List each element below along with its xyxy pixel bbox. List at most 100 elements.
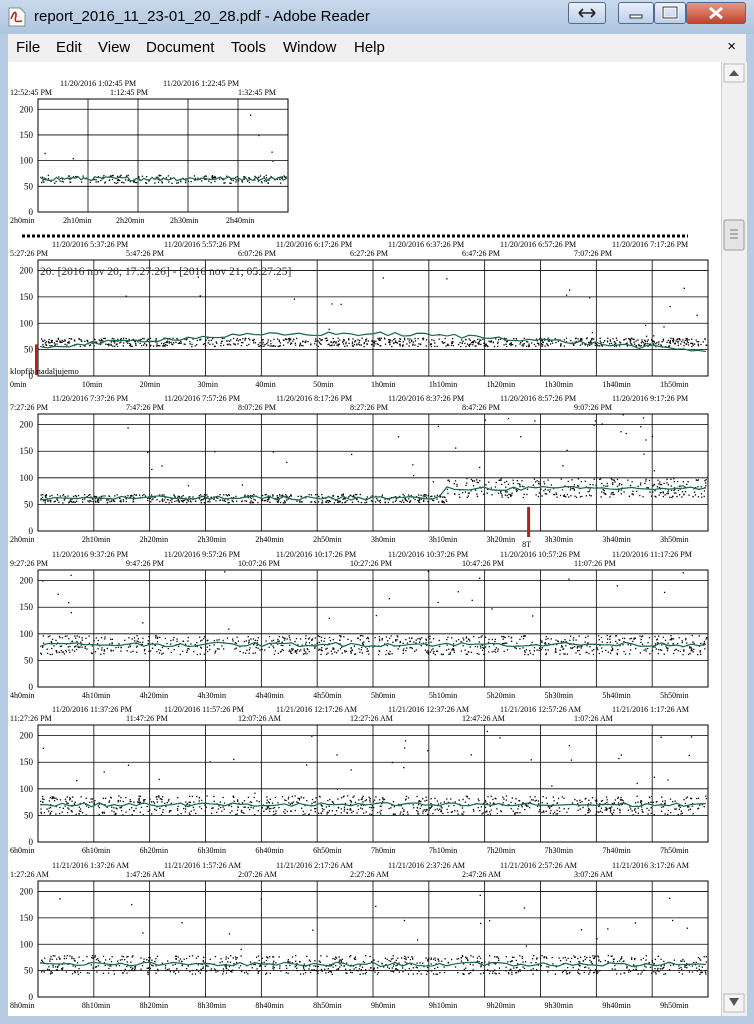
- x-tick-label: 5h20min: [487, 691, 515, 700]
- chart-date-label: 11/20/2016 5:37:26 PM: [52, 240, 128, 249]
- window-frame-left: [0, 34, 8, 1024]
- menu-edit[interactable]: Edit: [56, 39, 82, 56]
- x-tick-label: 20min: [140, 380, 160, 389]
- x-tick-label: 8h10min: [82, 1001, 110, 1010]
- menu-view[interactable]: View: [98, 39, 130, 56]
- chart-time-label: 1:32:45 PM: [238, 88, 276, 97]
- x-tick-label: 2h40min: [226, 216, 254, 225]
- y-tick-label: 150: [20, 446, 34, 456]
- chart-date-label: 11/21/2016 12:57:26 AM: [500, 705, 581, 714]
- vertical-scrollbar[interactable]: [721, 62, 747, 1016]
- chart-date-label: 11/20/2016 8:57:26 PM: [500, 394, 576, 403]
- x-tick-label: 6h20min: [140, 846, 168, 855]
- x-tick-label: 50min: [313, 380, 333, 389]
- chart-time-label: 11:07:26 PM: [574, 559, 616, 568]
- chart-panel-1: 11/20/2016 1:02:45 PM 11/20/2016 1:22:45 …: [10, 79, 289, 225]
- x-tick-label: 2h30min: [198, 535, 226, 544]
- restore-button[interactable]: [568, 2, 606, 24]
- chart-date-label: 11/20/2016 1:22:45 PM: [163, 79, 239, 88]
- x-tick-label: 3h10min: [429, 535, 457, 544]
- y-tick-label: 50: [24, 499, 34, 509]
- chart-time-label: 6:27:26 PM: [350, 249, 388, 258]
- chart-date-label: 11/21/2016 2:17:26 AM: [276, 861, 353, 870]
- x-tick-label: 2h30min: [170, 216, 198, 225]
- scroll-thumb[interactable]: [723, 219, 745, 251]
- chart-annotation: 20: [2016 nov 20; 17:27:26] - [2016 nov …: [40, 266, 291, 278]
- close-icon: [709, 6, 723, 20]
- chart-date-label: 11/20/2016 6:37:26 PM: [388, 240, 464, 249]
- x-tick-label: 3h0min: [371, 535, 395, 544]
- menu-tools[interactable]: Tools: [231, 39, 266, 56]
- y-tick-label: 50: [24, 966, 34, 976]
- menu-help[interactable]: Help: [354, 39, 385, 56]
- x-tick-label: 7h10min: [429, 846, 457, 855]
- minimize-icon: [629, 14, 643, 19]
- y-tick-label: 100: [20, 629, 34, 639]
- x-tick-label: 3h40min: [602, 535, 630, 544]
- close-button[interactable]: [686, 2, 746, 24]
- chart-time-label: 3:07:26 AM: [574, 870, 613, 879]
- chart-time-label: 8:07:26 PM: [238, 403, 276, 412]
- document-close-button[interactable]: ×: [727, 38, 736, 55]
- chart-time-label: 1:07:26 AM: [574, 714, 613, 723]
- x-tick-label: 2h0min: [10, 535, 34, 544]
- chart-date-label: 11/21/2016 1:17:26 AM: [612, 705, 689, 714]
- y-tick-label: 150: [20, 130, 34, 140]
- window-frame-bottom: [0, 1016, 754, 1024]
- x-tick-label: 3h50min: [660, 535, 688, 544]
- x-tick-label: 2h20min: [140, 535, 168, 544]
- menu-file[interactable]: File: [16, 39, 40, 56]
- chart-time-label: 12:07:26 AM: [238, 714, 281, 723]
- y-tick-label: 100: [20, 318, 34, 328]
- chart-time-label: 1:12:45 PM: [110, 88, 148, 97]
- y-tick-label: 200: [20, 420, 34, 430]
- x-tick-label: 6h10min: [82, 846, 110, 855]
- y-tick-label: 50: [24, 655, 34, 665]
- chart-date-label: 11/21/2016 3:17:26 AM: [612, 861, 689, 870]
- chart-time-label: 6:47:26 PM: [462, 249, 500, 258]
- x-tick-label: 7h40min: [602, 846, 630, 855]
- x-tick-label: 10min: [82, 380, 102, 389]
- chart-panel-6: 11/21/2016 1:37:26 AM 11/21/2016 1:57:26 …: [10, 861, 709, 1010]
- x-tick-label: 2h0min: [10, 216, 34, 225]
- chart-time-label: 1:27:26 AM: [10, 870, 49, 879]
- chart-time-label: 9:47:26 PM: [126, 559, 164, 568]
- chart-date-label: 11/20/2016 8:37:26 PM: [388, 394, 464, 403]
- x-tick-label: 6h30min: [198, 846, 226, 855]
- chart-date-label: 11/21/2016 1:37:26 AM: [52, 861, 129, 870]
- chart-time-label: 8:47:26 PM: [462, 403, 500, 412]
- scroll-up-button[interactable]: [723, 63, 745, 83]
- x-tick-label: 9h20min: [487, 1001, 515, 1010]
- x-tick-label: 2h20min: [116, 216, 144, 225]
- chart-time-label: 7:47:26 PM: [126, 403, 164, 412]
- y-tick-label: 200: [20, 576, 34, 586]
- maximize-button[interactable]: [654, 2, 686, 24]
- menu-bar: File Edit View Document Tools Window Hel…: [8, 34, 746, 63]
- chart-time-label: 12:52:45 PM: [10, 88, 52, 97]
- minimize-button[interactable]: [618, 2, 654, 24]
- x-tick-label: 7h30min: [545, 846, 573, 855]
- x-tick-label: 1h10min: [429, 380, 457, 389]
- maximize-icon: [661, 5, 679, 20]
- title-bar: report_2016_11_23-01_20_28.pdf - Adobe R…: [0, 0, 754, 35]
- menu-window[interactable]: Window: [283, 39, 336, 56]
- x-tick-label: 9h50min: [660, 1001, 688, 1010]
- x-tick-label: 7h50min: [660, 846, 688, 855]
- chart-panel-3: 11/20/2016 7:37:26 PM 11/20/2016 7:57:26 …: [10, 394, 709, 549]
- y-tick-label: 200: [20, 104, 34, 114]
- chart-date-label: 11/20/2016 1:02:45 PM: [60, 79, 136, 88]
- chart-date-label: 11/20/2016 9:57:26 PM: [164, 550, 240, 559]
- y-tick-label: 100: [20, 473, 34, 483]
- chart-time-label: 11:47:26 PM: [126, 714, 168, 723]
- y-tick-label: 50: [24, 181, 34, 191]
- x-tick-label: 1h20min: [487, 380, 515, 389]
- y-tick-label: 200: [20, 731, 34, 741]
- chart-date-label: 11/21/2016 2:57:26 AM: [500, 861, 577, 870]
- menu-document[interactable]: Document: [146, 39, 214, 56]
- chart-date-label: 11/20/2016 6:17:26 PM: [276, 240, 352, 249]
- pdf-icon: [8, 7, 26, 27]
- x-tick-label: 6h50min: [313, 846, 341, 855]
- document-page[interactable]: 11/20/2016 1:02:45 PM 11/20/2016 1:22:45 …: [8, 62, 721, 1016]
- chart-time-label: 8:27:26 PM: [350, 403, 388, 412]
- scroll-down-button[interactable]: [723, 993, 745, 1013]
